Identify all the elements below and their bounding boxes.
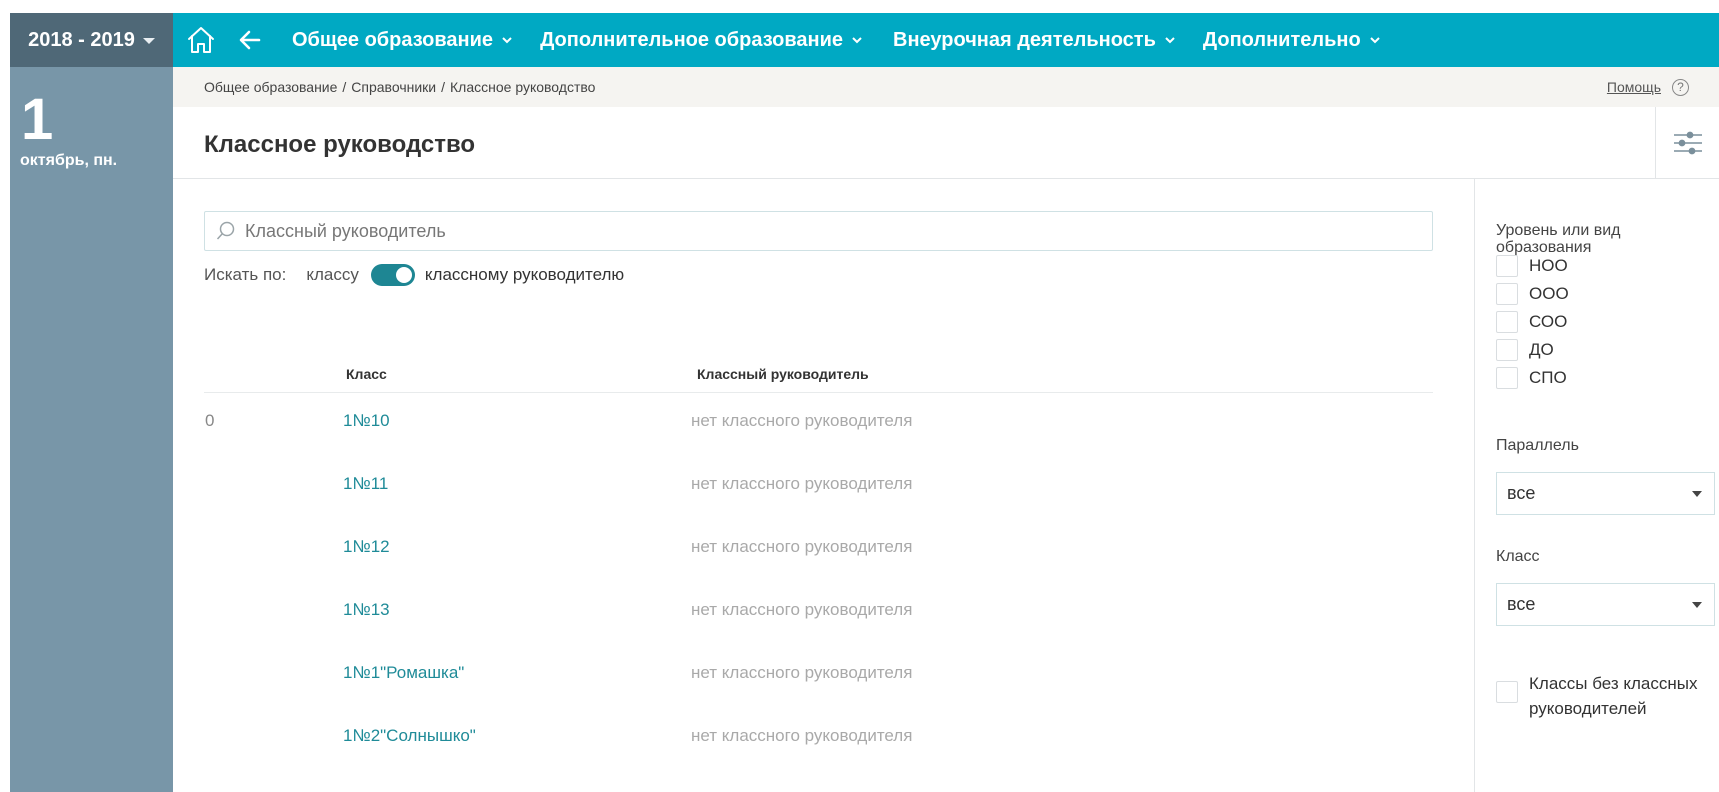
checkbox[interactable] — [1496, 681, 1518, 703]
breadcrumb: Общее образование / Справочники / Классное р… — [204, 79, 595, 95]
menu-label: Внеурочная деятельность — [893, 28, 1156, 51]
level-checkbox-soo[interactable]: СОО — [1496, 311, 1567, 333]
filter-settings-icon[interactable] — [1655, 107, 1719, 178]
filter-panel: Уровень или вид образования НОО ООО СОО … — [1474, 179, 1719, 792]
table-row: 1№11 нет классного руководителя — [204, 456, 1433, 519]
search-by-switch: Искать по: классу классному руководителю — [204, 263, 624, 287]
menu-label: Дополнительное образование — [540, 28, 844, 51]
class-link[interactable]: 1№13 — [343, 600, 390, 620]
app-frame: 2018 - 2019 1 октябрь, пн. Общее образов… — [10, 13, 1719, 792]
chevron-down-icon — [852, 37, 862, 44]
class-filter-label: Класс — [1496, 548, 1540, 565]
class-link[interactable]: 1№2"Солнышко" — [343, 726, 476, 746]
caret-down-icon — [142, 38, 155, 44]
column-header-teacher[interactable]: Классный руководитель — [697, 366, 869, 382]
date-sidebar: 2018 - 2019 1 октябрь, пн. — [10, 13, 173, 792]
column-header-class[interactable]: Класс — [346, 366, 387, 382]
breadcrumb-separator: / — [342, 79, 347, 95]
menu-general-education[interactable]: Общее образование — [292, 29, 513, 52]
title-row: Классное руководство — [173, 107, 1719, 179]
menu-label: Общее образование — [292, 28, 494, 51]
menu-additional-education[interactable]: Дополнительное образование — [540, 29, 863, 52]
search-by-teacher-option[interactable]: классному руководителю — [425, 265, 624, 285]
top-navigation: Общее образование Дополнительное образов… — [173, 13, 1719, 67]
teacher-cell: нет классного руководителя — [691, 411, 913, 430]
level-checkbox-spo[interactable]: СПО — [1496, 367, 1567, 389]
main-content: Искать по: классу классному руководителю… — [173, 179, 1474, 792]
breadcrumb-bar: Общее образование / Справочники / Классное р… — [173, 67, 1719, 107]
class-link[interactable]: 1№1"Ромашка" — [343, 663, 464, 683]
class-select[interactable]: все — [1496, 583, 1715, 626]
parallel-filter-label: Параллель — [1496, 437, 1579, 454]
no-teacher-label: Классы без классных руководителей — [1529, 674, 1698, 718]
checkbox[interactable] — [1496, 283, 1518, 305]
year-selector[interactable]: 2018 - 2019 — [10, 13, 173, 67]
menu-label: Дополнительно — [1202, 28, 1361, 51]
level-checkbox-ooo[interactable]: ООО — [1496, 283, 1569, 305]
home-icon[interactable] — [185, 24, 217, 56]
search-by-class-option[interactable]: классу — [306, 265, 359, 285]
checkbox[interactable] — [1496, 255, 1518, 277]
chevron-down-icon — [1369, 37, 1380, 44]
teacher-cell: нет классного руководителя — [691, 474, 913, 493]
row-number: 0 — [205, 411, 215, 430]
table-row: 0 1№10 нет классного руководителя — [204, 393, 1433, 456]
level-checkbox-noo[interactable]: НОО — [1496, 255, 1568, 277]
checkbox[interactable] — [1496, 311, 1518, 333]
year-label: 2018 - 2019 — [28, 28, 135, 51]
search-input[interactable] — [245, 220, 1395, 242]
class-teacher-table: Класс Классный руководитель 0 1№10 нет к… — [204, 361, 1433, 771]
checkbox[interactable] — [1496, 367, 1518, 389]
checkbox-label: ООО — [1529, 284, 1569, 303]
breadcrumb-item[interactable]: Справочники — [351, 79, 436, 95]
level-checkbox-do[interactable]: ДО — [1496, 339, 1554, 361]
table-row: 1№12 нет классного руководителя — [204, 519, 1433, 582]
toggle-knob — [395, 267, 412, 283]
help: Помощь ? — [1607, 67, 1689, 107]
dropdown-arrow-icon — [1692, 491, 1702, 497]
current-date-label: октябрь, пн. — [20, 152, 118, 169]
class-link[interactable]: 1№11 — [343, 474, 388, 494]
table-header: Класс Классный руководитель — [204, 361, 1433, 393]
checkbox-label: ДО — [1529, 340, 1554, 359]
menu-extracurricular[interactable]: Внеурочная деятельность — [893, 29, 1176, 52]
search-box[interactable] — [204, 211, 1433, 251]
dropdown-arrow-icon — [1692, 602, 1702, 608]
class-link[interactable]: 1№12 — [343, 537, 390, 557]
breadcrumb-separator: / — [441, 79, 446, 95]
teacher-cell: нет классного руководителя — [691, 537, 913, 556]
question-icon[interactable]: ? — [1672, 78, 1689, 96]
table-row: 1№13 нет классного руководителя — [204, 582, 1433, 645]
breadcrumb-item[interactable]: Общее образование — [204, 79, 337, 95]
checkbox[interactable] — [1496, 339, 1518, 361]
page-title: Классное руководство — [204, 131, 476, 158]
help-link[interactable]: Помощь — [1607, 79, 1661, 95]
checkbox-label: НОО — [1529, 256, 1568, 275]
chevron-down-icon — [1165, 37, 1175, 44]
teacher-cell: нет классного руководителя — [691, 600, 913, 619]
search-mode-toggle[interactable] — [370, 264, 415, 286]
select-value: все — [1507, 483, 1536, 503]
parallel-select[interactable]: все — [1496, 472, 1715, 515]
checkbox-label: СПО — [1529, 368, 1567, 387]
select-value: все — [1507, 594, 1536, 614]
table-row: 1№1"Ромашка" нет классного руководителя — [204, 645, 1433, 708]
teacher-cell: нет классного руководителя — [691, 663, 913, 682]
class-link[interactable]: 1№10 — [343, 411, 390, 431]
table-row: 1№2"Солнышко" нет классного руководителя — [204, 708, 1433, 771]
breadcrumb-item-current: Классное руководство — [450, 79, 596, 95]
chevron-down-icon — [502, 37, 512, 44]
checkbox-label: СОО — [1529, 312, 1568, 331]
search-icon — [216, 221, 235, 240]
level-filter-label: Уровень или вид образования — [1496, 222, 1621, 256]
search-by-label: Искать по: — [204, 265, 287, 284]
no-teacher-filter[interactable]: Классы без классных руководителей — [1496, 671, 1716, 721]
menu-more[interactable]: Дополнительно — [1203, 29, 1381, 52]
back-arrow-icon[interactable] — [237, 27, 263, 53]
teacher-cell: нет классного руководителя — [691, 726, 913, 745]
current-day-number: 1 — [21, 87, 54, 152]
